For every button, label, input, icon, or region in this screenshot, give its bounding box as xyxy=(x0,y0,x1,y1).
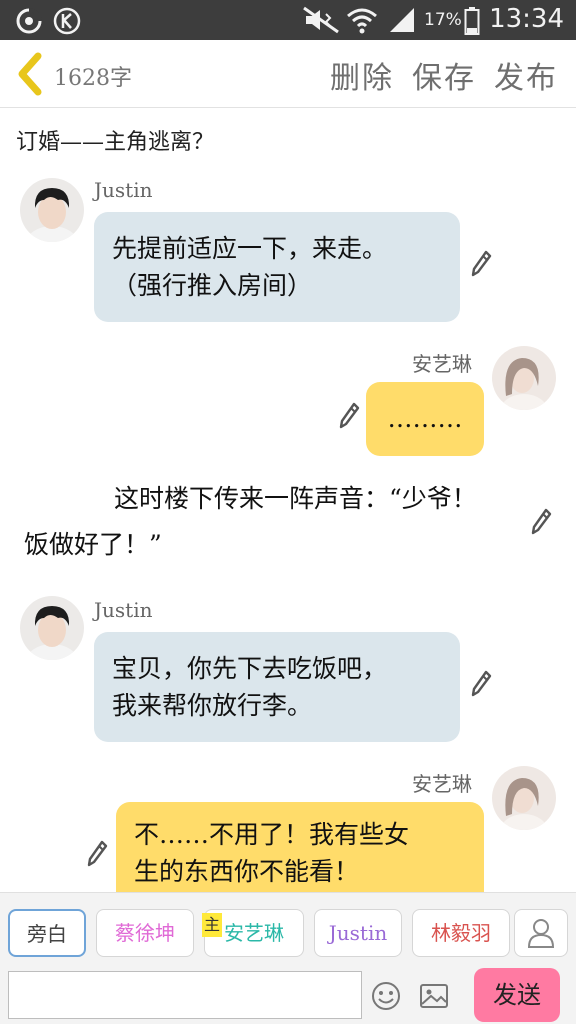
role-label: 旁白 xyxy=(27,922,67,946)
edit-pencil-icon[interactable] xyxy=(530,508,552,536)
bubble-line: 我来帮你放行李。 xyxy=(112,691,313,720)
avatar-anyilin xyxy=(492,766,556,830)
app-swirl-icon xyxy=(16,8,42,34)
bubble-line: 先提前适应一下，来走。 xyxy=(112,234,388,263)
edit-pencil-icon[interactable] xyxy=(470,670,492,698)
add-role-button[interactable] xyxy=(514,909,568,957)
emoji-icon[interactable] xyxy=(370,980,402,1012)
save-button[interactable]: 保存 xyxy=(412,53,476,97)
send-button[interactable]: 发送 xyxy=(474,968,560,1022)
avatar-justin xyxy=(20,178,84,242)
edit-pencil-icon[interactable] xyxy=(470,250,492,278)
chat-bubble[interactable]: 不……不用了！我有些女 生的东西你不能看！ xyxy=(116,802,484,892)
message-input[interactable] xyxy=(8,971,362,1019)
speaker-name: 安艺琳 xyxy=(412,772,472,796)
bubble-line: 宝贝，你先下去吃饭吧， xyxy=(112,654,388,683)
speaker-name: Justin xyxy=(94,598,153,622)
person-icon xyxy=(527,919,555,948)
chat-bubble[interactable]: 宝贝，你先下去吃饭吧， 我来帮你放行李。 xyxy=(94,632,460,742)
role-button-narrator[interactable]: 旁白 xyxy=(8,909,86,957)
narration-text[interactable]: 这时楼下传来一阵声音：“少爷！饭做好了！” xyxy=(24,476,494,568)
bubble-line: ……… xyxy=(387,404,463,433)
role-label: Justin xyxy=(328,921,388,945)
protagonist-tag: 主 xyxy=(202,913,222,937)
avatar-anyilin xyxy=(492,346,556,410)
role-button-caixukun[interactable]: 蔡徐坤 xyxy=(96,909,194,957)
bubble-line: 生的东西你不能看！ xyxy=(134,857,360,886)
wifi-icon xyxy=(347,8,377,34)
avatar-justin xyxy=(20,596,84,660)
image-icon[interactable] xyxy=(418,980,450,1012)
status-bar: 17% 13:34 xyxy=(0,0,576,40)
mute-vibrate-icon xyxy=(303,6,339,34)
chat-bubble[interactable]: 先提前适应一下，来走。 （强行推入房间） xyxy=(94,212,460,322)
delete-button[interactable]: 删除 xyxy=(330,53,394,97)
story-title[interactable]: 订婚——主角逃离？ xyxy=(16,124,214,156)
input-bar: 发送 xyxy=(0,964,576,1024)
back-chevron-icon[interactable] xyxy=(14,52,46,96)
battery-percent: 17% xyxy=(424,10,462,30)
role-label: 蔡徐坤 xyxy=(115,921,175,945)
bubble-line: 不……不用了！我有些女 xyxy=(134,820,410,849)
editor-header: 1628字 删除 保存 发布 xyxy=(0,40,576,108)
word-count: 1628字 xyxy=(54,66,132,91)
role-selector-bar: 旁白 蔡徐坤 安艺琳 主 Justin 林毅羽 xyxy=(0,892,576,964)
role-button-justin[interactable]: Justin xyxy=(314,909,402,957)
chat-bubble[interactable]: ……… xyxy=(366,382,484,456)
signal-icon xyxy=(390,8,414,32)
clock: 13:34 xyxy=(489,4,564,34)
edit-pencil-icon[interactable] xyxy=(86,840,108,868)
battery-icon xyxy=(464,7,480,35)
bubble-line: （强行推入房间） xyxy=(112,271,313,300)
speaker-name: 安艺琳 xyxy=(412,352,472,376)
role-label: 林毅羽 xyxy=(431,921,491,945)
role-label: 安艺琳 xyxy=(224,921,284,945)
k-app-icon xyxy=(53,7,81,35)
role-button-linyiyu[interactable]: 林毅羽 xyxy=(412,909,510,957)
edit-pencil-icon[interactable] xyxy=(338,402,360,430)
publish-button[interactable]: 发布 xyxy=(494,53,558,97)
speaker-name: Justin xyxy=(94,178,153,202)
